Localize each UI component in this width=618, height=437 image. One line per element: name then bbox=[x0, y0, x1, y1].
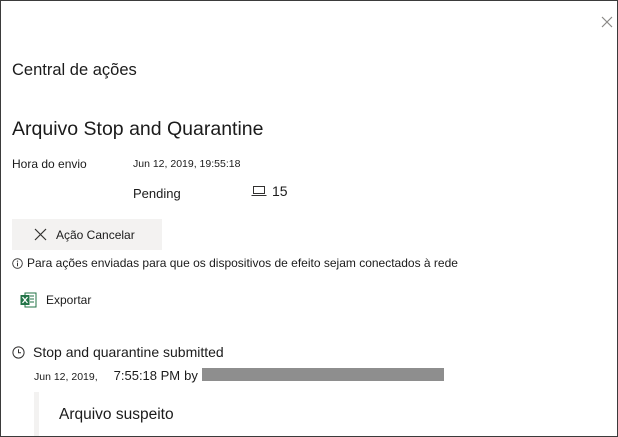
device-count: 15 bbox=[251, 183, 288, 199]
info-icon bbox=[12, 257, 23, 269]
close-icon bbox=[601, 16, 613, 28]
info-message: Para ações enviadas para que os disposit… bbox=[12, 256, 458, 270]
timeline-entry: Stop and quarantine submitted bbox=[12, 344, 224, 360]
submitted-time-value: Jun 12, 2019, 19:55:18 bbox=[133, 158, 241, 170]
clock-icon bbox=[12, 345, 25, 359]
cancel-action-button[interactable]: Ação Cancelar bbox=[12, 219, 162, 250]
close-icon bbox=[34, 228, 47, 241]
timeline-meta: Jun 12, 2019, 7:55:18 PM by bbox=[34, 367, 444, 383]
timeline-title: Stop and quarantine submitted bbox=[33, 344, 224, 360]
export-button[interactable]: Exportar bbox=[20, 292, 91, 308]
status-text: Pending bbox=[133, 186, 181, 201]
action-center-panel: Central de ações Arquivo Stop and Quaran… bbox=[0, 0, 618, 437]
excel-icon bbox=[20, 292, 37, 308]
action-title: Arquivo Stop and Quarantine bbox=[12, 118, 264, 140]
device-count-value: 15 bbox=[272, 183, 288, 199]
timeline-by: by bbox=[184, 368, 198, 383]
export-label: Exportar bbox=[46, 293, 92, 307]
timeline-date: Jun 12, 2019, bbox=[34, 371, 98, 383]
panel-title: Central de ações bbox=[12, 61, 137, 79]
cancel-action-label: Ação Cancelar bbox=[56, 227, 135, 242]
redacted-user bbox=[201, 368, 444, 381]
info-text: Para ações enviadas para que os disposit… bbox=[27, 256, 458, 270]
file-card-title: Arquivo suspeito bbox=[59, 406, 174, 423]
timeline-time: 7:55:18 PM bbox=[113, 368, 181, 383]
suspicious-file-card[interactable]: Arquivo suspeito bbox=[34, 392, 617, 436]
laptop-icon bbox=[251, 186, 267, 196]
close-button[interactable] bbox=[599, 14, 615, 30]
submitted-time-label: Hora do envio bbox=[12, 157, 87, 171]
